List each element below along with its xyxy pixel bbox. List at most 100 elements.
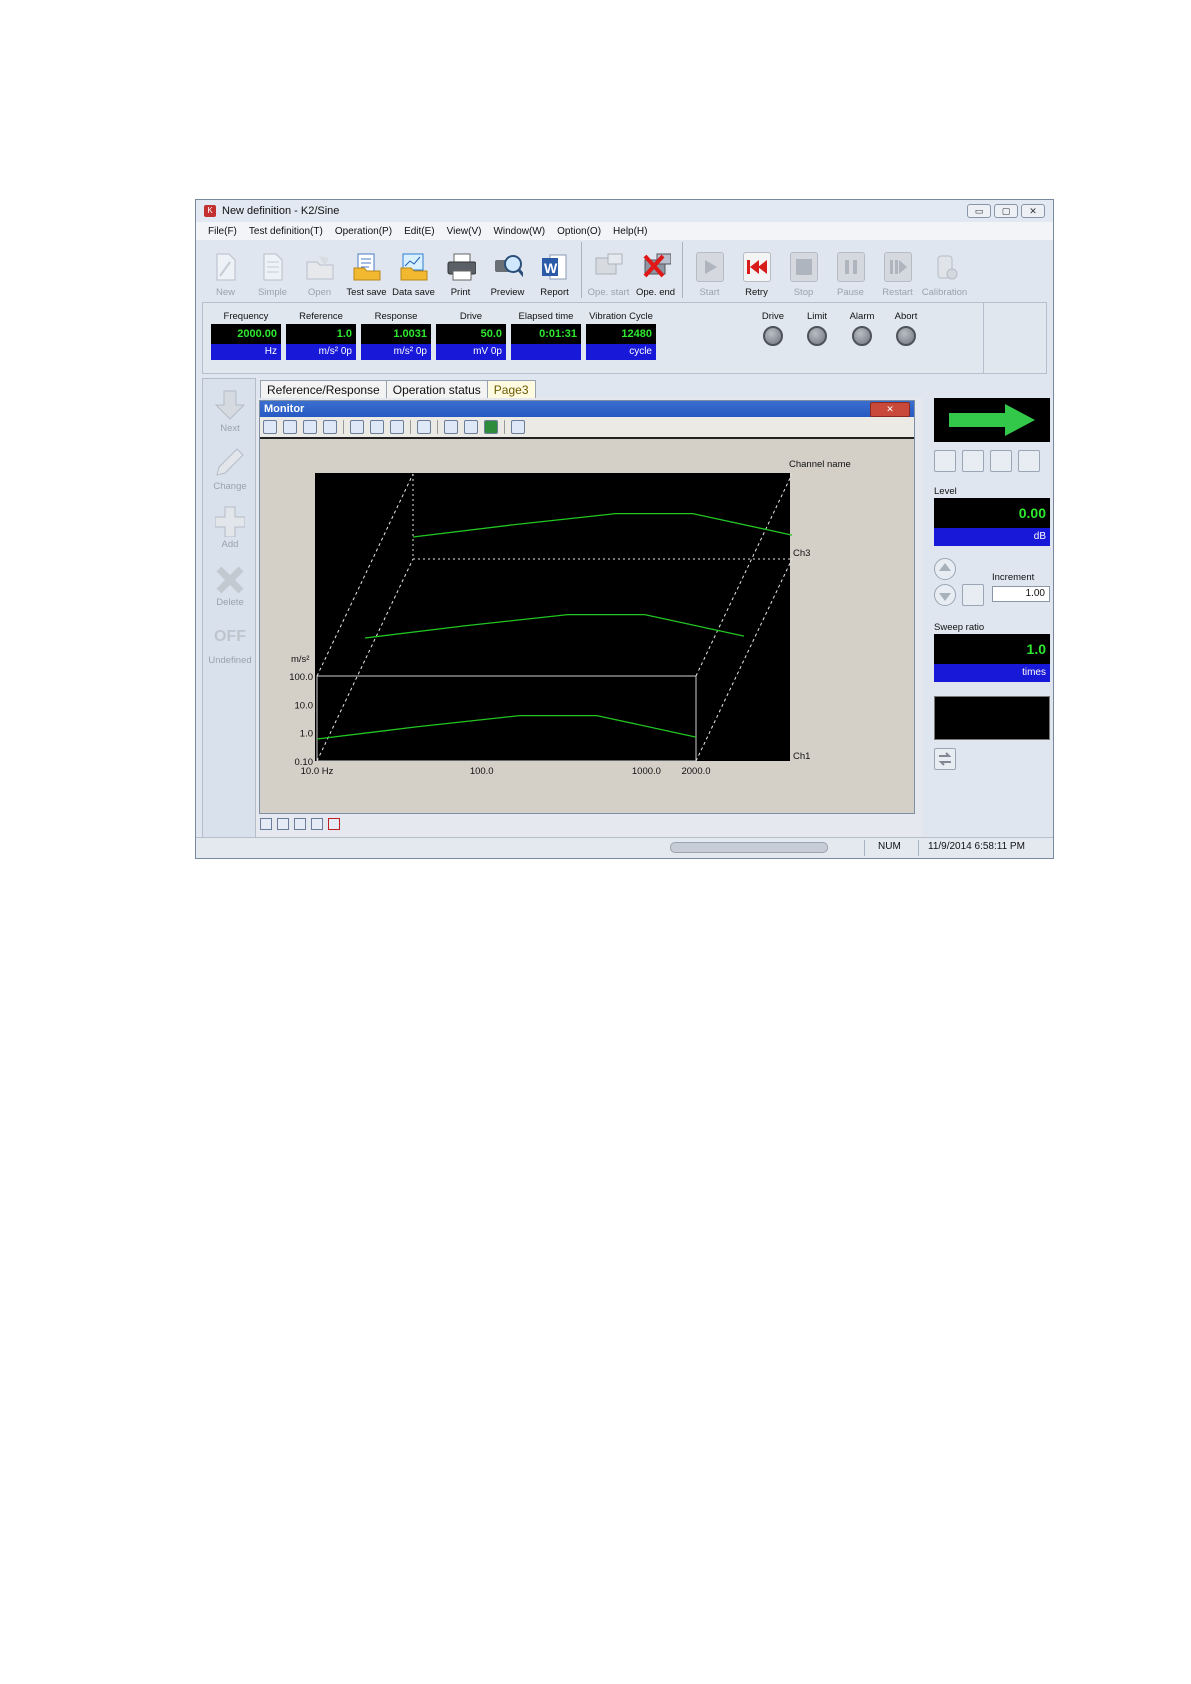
- next-button[interactable]: Next: [203, 389, 257, 434]
- minimize-button[interactable]: ▭: [967, 204, 991, 218]
- menu-option[interactable]: Option(O): [557, 226, 601, 237]
- y-tick-label: 10.0: [295, 700, 314, 711]
- simple-button[interactable]: Simple: [249, 242, 296, 300]
- restart-icon: [883, 251, 913, 283]
- toolbar-separator: [410, 420, 411, 434]
- pause-button[interactable]: Pause: [827, 242, 874, 300]
- level-up-button[interactable]: [934, 558, 956, 580]
- report-button[interactable]: W Report: [531, 242, 578, 300]
- drive-indicator-icon: [763, 326, 783, 346]
- menu-bar: File(F) Test definition(T) Operation(P) …: [196, 222, 1053, 240]
- open-button[interactable]: Open: [296, 242, 343, 300]
- abort-lamp: Abort: [886, 311, 926, 346]
- graph-settings-icon[interactable]: [417, 420, 431, 434]
- drive-lamp: Drive: [753, 311, 793, 346]
- add-window-icon[interactable]: [294, 818, 306, 830]
- off-icon: OFF: [214, 628, 246, 645]
- left-command-panel: Next Change Add Delete OFF Undefined: [202, 378, 256, 838]
- magnify-icon[interactable]: [350, 420, 364, 434]
- retry-button[interactable]: Retry: [733, 242, 780, 300]
- monitor-close-button[interactable]: ✕: [870, 402, 910, 417]
- menu-edit[interactable]: Edit(E): [404, 226, 435, 237]
- menu-view[interactable]: View(V): [447, 226, 482, 237]
- monitor-window: Monitor ✕ 100.0 10.0 1.0 0.10 m/s² 10.0 …: [259, 400, 915, 814]
- elapsed-time-meter: Elapsed time 0:01:31: [511, 311, 581, 360]
- stop-button[interactable]: Stop: [780, 242, 827, 300]
- tab-reference-response[interactable]: Reference/Response: [260, 380, 387, 399]
- swap-button[interactable]: [934, 748, 956, 770]
- restore-window-icon[interactable]: [311, 818, 323, 830]
- hz-decrease-button[interactable]: [934, 450, 956, 472]
- print-button[interactable]: Print: [437, 242, 484, 300]
- undefined-button[interactable]: OFF Undefined: [203, 621, 257, 666]
- tab-page3[interactable]: Page3: [486, 380, 536, 399]
- increment-label: Increment: [992, 572, 1035, 583]
- excel-icon[interactable]: [484, 420, 498, 434]
- new-document-icon: [211, 251, 241, 283]
- abort-indicator-icon: [896, 326, 916, 346]
- status-bar: NUM 11/9/2014 6:58:11 PM: [196, 837, 1053, 858]
- menu-file[interactable]: File(F): [208, 226, 237, 237]
- restart-button[interactable]: Restart: [874, 242, 921, 300]
- progress-scrollbar[interactable]: [670, 842, 828, 853]
- increment-input[interactable]: 1.00: [992, 586, 1050, 602]
- change-button[interactable]: Change: [203, 447, 257, 492]
- response-meter: Response 1.0031 m/s² 0p: [361, 311, 431, 360]
- close-button[interactable]: ✕: [1021, 204, 1045, 218]
- ope-start-button[interactable]: Ope. start: [585, 242, 632, 300]
- ope-end-button[interactable]: Ope. end: [632, 242, 679, 300]
- start-button[interactable]: Start: [686, 242, 733, 300]
- zoom-y-in-icon[interactable]: [303, 420, 317, 434]
- test-save-button[interactable]: Test save: [343, 242, 390, 300]
- close-window-icon[interactable]: [328, 818, 340, 830]
- menu-operation[interactable]: Operation(P): [335, 226, 392, 237]
- title-bar: K New definition - K2/Sine ▭ ▢ ✕: [196, 200, 1053, 222]
- tab-operation-status[interactable]: Operation status: [385, 380, 488, 399]
- y-axis-unit-label: m/s²: [291, 654, 309, 665]
- level-down-button[interactable]: [934, 584, 956, 606]
- menu-help[interactable]: Help(H): [613, 226, 647, 237]
- maximize-button[interactable]: ▢: [994, 204, 1018, 218]
- drive-meter: Drive 50.0 mV 0p: [436, 311, 506, 360]
- properties-icon[interactable]: [444, 420, 458, 434]
- status-datetime: 11/9/2014 6:58:11 PM: [928, 841, 1025, 852]
- preview-button[interactable]: Preview: [484, 242, 531, 300]
- zoom-x-out-icon[interactable]: [283, 420, 297, 434]
- page-tabs: Reference/Response Operation status Page…: [260, 380, 536, 400]
- add-button[interactable]: Add: [203, 505, 257, 550]
- channel-label-ch1: Ch1: [793, 751, 810, 762]
- scale-settings-icon[interactable]: [370, 420, 384, 434]
- calibration-button[interactable]: Calibration: [921, 242, 968, 300]
- word-report-icon: W: [540, 251, 570, 283]
- limit-lamp: Limit: [797, 311, 837, 346]
- data-save-button[interactable]: Data save: [390, 242, 437, 300]
- export-icon[interactable]: [464, 420, 478, 434]
- new-button[interactable]: New: [202, 242, 249, 300]
- level-reset-button[interactable]: [962, 584, 984, 606]
- printer-icon: [446, 251, 476, 283]
- stop-icon: [789, 251, 819, 283]
- y-tick-label: 100.0: [289, 672, 313, 683]
- split-vertical-icon[interactable]: [277, 818, 289, 830]
- layout-icon[interactable]: [511, 420, 525, 434]
- monitor-title-bar: Monitor ✕: [260, 401, 914, 417]
- zoom-y-out-icon[interactable]: [323, 420, 337, 434]
- zoom-x-in-icon[interactable]: [263, 420, 277, 434]
- frequency-meter: Frequency 2000.00 Hz: [211, 311, 281, 360]
- right-arrow-icon: [949, 404, 1035, 436]
- toolbar-separator: [682, 242, 683, 298]
- menu-test-definition[interactable]: Test definition(T): [249, 226, 323, 237]
- channel-label-ch3: Ch3: [793, 548, 810, 559]
- operation-start-icon: [594, 251, 624, 283]
- monitor-toolbar: [260, 417, 914, 439]
- plot-area: [315, 473, 790, 761]
- hold-button[interactable]: [990, 450, 1012, 472]
- delete-button[interactable]: Delete: [203, 563, 257, 608]
- undo-zoom-icon[interactable]: [390, 420, 404, 434]
- alarm-indicator-icon: [852, 326, 872, 346]
- hz-step-button[interactable]: [962, 450, 984, 472]
- menu-window[interactable]: Window(W): [493, 226, 545, 237]
- sweep-forward-button[interactable]: [1018, 450, 1040, 472]
- split-horizontal-icon[interactable]: [260, 818, 272, 830]
- channel-name-title: Channel name: [789, 459, 851, 470]
